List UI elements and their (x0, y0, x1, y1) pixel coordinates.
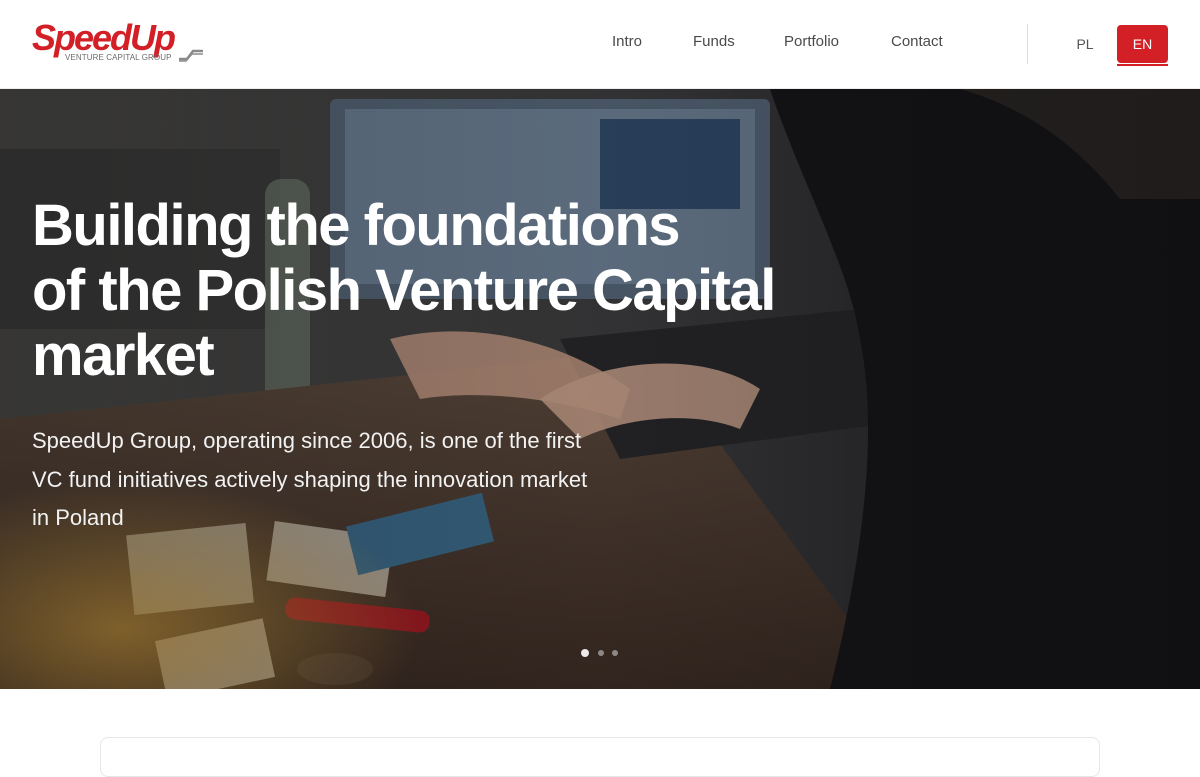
hero-title-line: of the Polish Venture Capital (32, 258, 776, 323)
hero-description-line: VC fund initiatives actively shaping the… (32, 466, 588, 492)
nav-item-funds[interactable]: Funds (693, 33, 735, 50)
nav-item-contact[interactable]: Contact (891, 33, 943, 50)
hero-overlay (0, 89, 1200, 689)
slider-dot-2[interactable] (598, 650, 604, 656)
hero-title-line: Building the foundations (32, 193, 681, 258)
speedup-logo[interactable]: SpeedUp VENTURE CAPITAL GROUP (32, 18, 204, 66)
logo-wordmark: SpeedUp (32, 17, 176, 58)
lang-active-indicator (1117, 64, 1168, 66)
logo-mark-icon (179, 49, 203, 62)
hero-title: Building the foundations of the Polish V… (32, 193, 832, 388)
hero-description-line: SpeedUp Group, operating since 2006, is … (32, 428, 582, 453)
hero-description: SpeedUp Group, operating since 2006, is … (32, 422, 632, 538)
lang-pl-button[interactable]: PL (1066, 26, 1104, 62)
site-header: SpeedUp VENTURE CAPITAL GROUP Intro Fund… (0, 0, 1200, 89)
nav-item-intro[interactable]: Intro (612, 33, 642, 50)
content-card (100, 737, 1100, 777)
nav-item-portfolio[interactable]: Portfolio (784, 33, 839, 50)
slider-dot-1[interactable] (581, 649, 589, 657)
nav-divider (1027, 24, 1028, 64)
slider-pagination (581, 649, 621, 658)
logo-tagline: VENTURE CAPITAL GROUP (65, 53, 172, 62)
hero-description-line: in Poland (32, 505, 124, 530)
hero-slider: Building the foundations of the Polish V… (0, 89, 1200, 689)
slider-dot-3[interactable] (612, 650, 618, 656)
lang-en-button[interactable]: EN (1117, 25, 1168, 63)
hero-title-line: market (32, 323, 215, 388)
